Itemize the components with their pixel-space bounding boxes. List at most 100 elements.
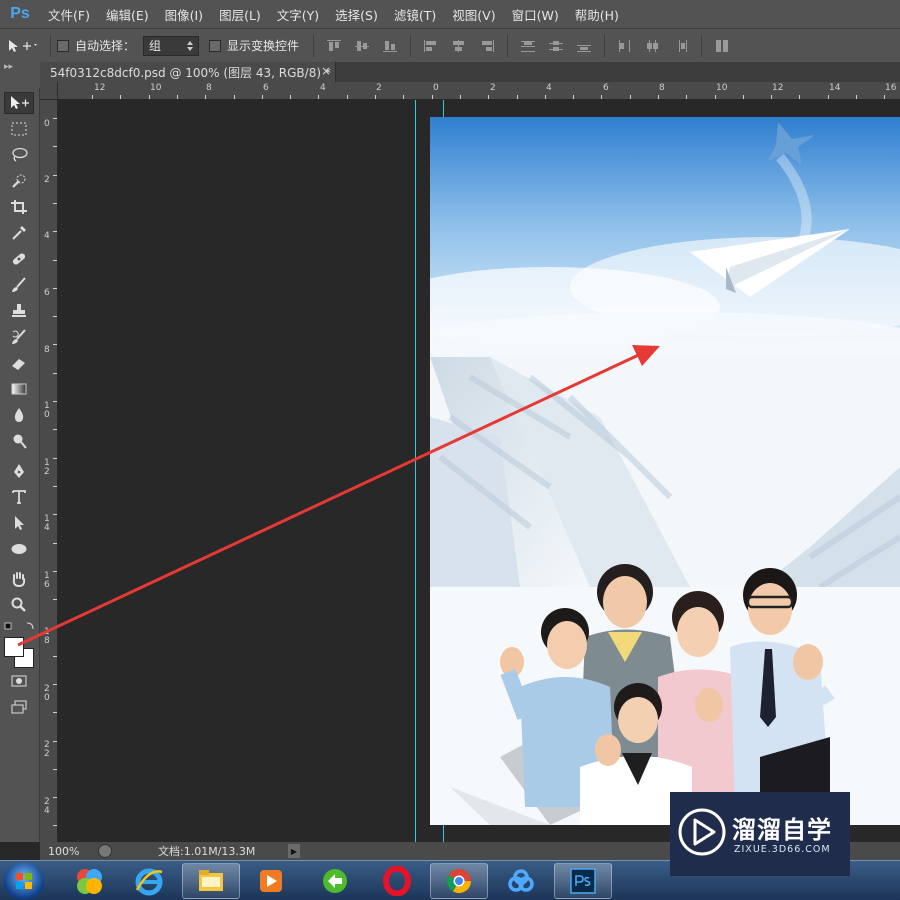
brush-tool[interactable] [4,274,34,296]
crop-tool[interactable] [4,196,34,218]
ruler-label: 10 [716,83,728,93]
ruler-label: 0 [433,83,439,93]
eraser-tool[interactable] [4,352,34,374]
screen-mode-button[interactable] [4,696,34,718]
quick-mask-button[interactable] [4,670,34,692]
align-left-icon[interactable] [420,37,442,55]
zoom-level-field[interactable]: 100% [40,845,92,858]
show-transform-option[interactable]: 显示变换控件 [209,37,299,54]
ruler-tick [743,95,744,99]
auto-select-checkbox[interactable] [57,39,69,52]
taskbar-photoshop[interactable] [554,863,612,899]
distribute-left-icon[interactable] [614,37,636,55]
chrome-icon [446,869,471,894]
taskbar-paint-app[interactable] [60,863,118,899]
align-bottom-icon[interactable] [379,37,401,55]
lasso-tool[interactable] [4,144,34,166]
ruler-tick [828,95,829,99]
taskbar-opera[interactable] [368,863,426,899]
ruler-label: 2 [490,83,496,93]
canvas-area[interactable] [58,100,900,842]
green-app-icon [323,869,347,893]
start-button[interactable] [4,863,44,899]
ruler-tick [149,95,150,99]
auto-select-option[interactable]: 自动选择： [57,37,135,54]
eyedropper-tool[interactable] [4,222,34,244]
distribute-right-icon[interactable] [670,37,692,55]
menu-image[interactable]: 图像(I) [157,5,211,24]
menu-layer[interactable]: 图层(L) [211,5,269,24]
quick-select-tool[interactable] [4,170,34,192]
align-top-icon[interactable] [323,37,345,55]
taskbar-internet-explorer[interactable] [120,863,178,899]
path-selection-tool[interactable] [4,512,34,534]
watermark-url: ZIXUE.3D66.COM [734,844,831,855]
document-size: 文档:1.01M/13.3M [158,845,256,858]
document-tab[interactable]: 54f0312c8dcf0.psd @ 100% (图层 43, RGB/8) … [40,62,336,82]
ruler-tick [53,656,57,657]
eraser-icon [12,359,25,370]
proof-setup-icon[interactable] [98,844,112,858]
align-hcenter-icon[interactable] [448,37,470,55]
menu-view[interactable]: 视图(V) [444,5,503,24]
dodge-tool[interactable] [4,430,34,452]
magnifier-icon [11,597,26,612]
lasso-icon [12,147,28,162]
taskbar-media-player[interactable] [242,863,300,899]
tools-panel-grip[interactable]: ▸▸ [0,62,40,88]
ruler-tick [517,95,518,99]
distribute-vcenter-icon[interactable] [545,37,567,55]
guide-line[interactable] [415,100,416,842]
menu-file[interactable]: 文件(F) [40,5,98,24]
healing-brush-tool[interactable] [4,248,34,270]
ellipse-tool[interactable] [4,538,34,560]
distribute-top-icon[interactable] [517,37,539,55]
menu-select[interactable]: 选择(S) [327,5,386,24]
distribute-bottom-icon[interactable] [573,37,595,55]
media-player-icon [260,870,282,892]
hand-tool[interactable] [4,568,34,590]
taskbar-green-app[interactable] [306,863,364,899]
brush-icon [12,277,26,292]
tool-preset-picker[interactable] [0,38,44,54]
foreground-color-swatch[interactable] [4,637,24,657]
taskbar-baidu-netdisk[interactable] [492,863,550,899]
auto-select-dropdown[interactable]: 组 [143,35,200,56]
menu-window[interactable]: 窗口(W) [504,5,567,24]
hand-icon [12,572,26,587]
ruler-corner[interactable] [40,82,58,100]
blur-tool[interactable] [4,404,34,426]
gradient-icon [11,383,27,395]
gradient-tool[interactable] [4,378,34,400]
ruler-label: 14 [829,83,841,93]
menu-help[interactable]: 帮助(H) [567,5,627,24]
auto-align-layers-icon[interactable] [711,37,733,55]
horizontal-ruler[interactable]: 12 10 8 6 4 2 0 2 4 6 8 10 12 14 16 [58,82,900,100]
zoom-tool[interactable] [4,594,34,616]
align-right-icon[interactable] [476,37,498,55]
menu-edit[interactable]: 编辑(E) [98,5,157,24]
show-transform-checkbox[interactable] [209,39,222,52]
taskbar-chrome[interactable] [430,863,488,899]
status-menu-arrow-icon[interactable]: ▶ [288,844,300,858]
ruler-tick [460,95,461,99]
document-canvas[interactable] [430,117,900,825]
ruler-tick [53,175,57,176]
align-vcenter-icon[interactable] [351,37,373,55]
menu-filter[interactable]: 滤镜(T) [386,5,444,24]
ruler-label: 12 [94,83,106,93]
history-brush-tool[interactable] [4,326,34,348]
ruler-tick [53,231,57,232]
distribute-hcenter-icon[interactable] [642,37,664,55]
ruler-tick [686,95,687,99]
vertical-ruler[interactable]: 0 2 4 6 8 1 0 1 2 1 4 1 6 1 8 2 0 2 2 2 … [40,100,58,842]
marquee-tool[interactable] [4,118,34,140]
tab-close-icon[interactable]: × [321,64,331,78]
clone-stamp-tool[interactable] [4,300,34,322]
type-tool[interactable] [4,486,34,508]
move-tool[interactable] [4,92,34,114]
pen-tool[interactable] [4,460,34,482]
ruler-tick [488,95,489,99]
menu-type[interactable]: 文字(Y) [269,5,327,24]
taskbar-file-explorer[interactable] [182,863,240,899]
